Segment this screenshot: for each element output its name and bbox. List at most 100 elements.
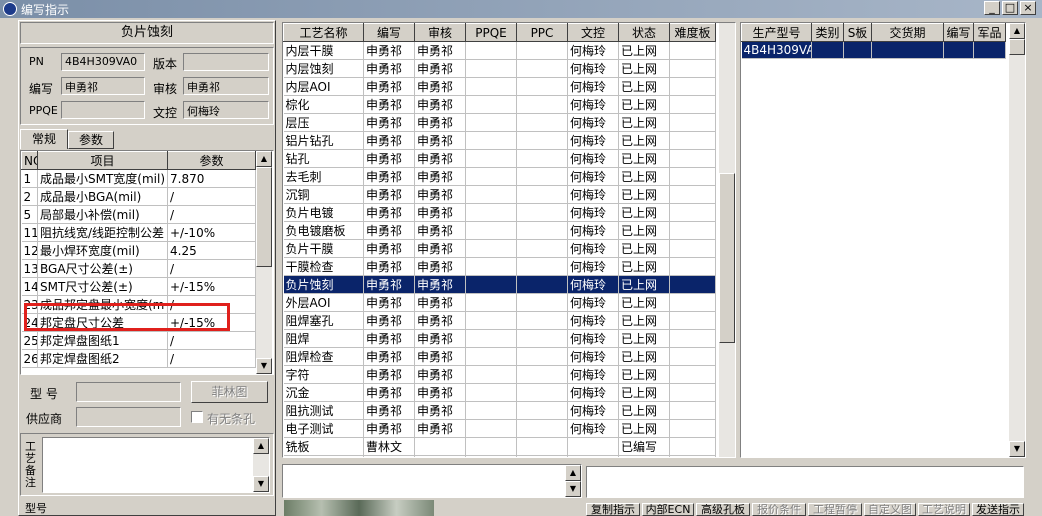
process-row[interactable]: 阻抗测试 申勇祁 申勇祁 何梅玲 已上网: [283, 401, 716, 420]
process-row[interactable]: 钻孔 申勇祁 申勇祁 何梅玲 已上网: [283, 149, 716, 168]
pn-field[interactable]: 4B4H309VA0: [61, 53, 145, 71]
params-scrollbar[interactable]: ▲ ▼: [256, 151, 272, 374]
process-row[interactable]: 棕化 申勇祁 申勇祁 何梅玲 已上网: [283, 95, 716, 114]
control-field[interactable]: 何梅玲: [183, 101, 269, 119]
production-col-header[interactable]: 生产型号: [741, 23, 812, 42]
process-cell: [516, 221, 568, 240]
bottom-button-2[interactable]: 高级孔板: [696, 503, 750, 516]
supplier-field[interactable]: [76, 407, 181, 427]
param-row[interactable]: 1 成品最小SMT宽度(mil) 7.870: [21, 169, 256, 188]
process-row[interactable]: 铣板 曹林文 已编写: [283, 437, 716, 456]
version-field[interactable]: [183, 53, 269, 71]
bottom-button-6[interactable]: 工艺说明: [918, 503, 970, 516]
process-row[interactable]: 电子测试 申勇祁 申勇祁 何梅玲 已上网: [283, 419, 716, 438]
maximize-icon[interactable]: □: [1002, 1, 1018, 15]
param-row[interactable]: 26 邦定焊盘图纸2/: [21, 349, 256, 368]
production-row[interactable]: 4B4H309VA0: [741, 41, 1006, 59]
param-row[interactable]: 11 阻抗线宽/线距控制公差 +/-10%: [21, 223, 256, 242]
production-col-header[interactable]: 类别: [811, 23, 844, 42]
process-note-field[interactable]: ▲ ▼: [42, 437, 270, 493]
param-row[interactable]: 5 局部最小补偿(mil) /: [21, 205, 256, 224]
process-row[interactable]: 负片电镀 申勇祁 申勇祁 何梅玲 已上网: [283, 203, 716, 222]
tab-params[interactable]: 参数: [68, 131, 114, 149]
scroll-up-icon[interactable]: ▲: [256, 151, 272, 167]
process-row[interactable]: 负片蚀刻 申勇祁 申勇祁 何梅玲 已上网: [283, 275, 716, 294]
process-row[interactable]: 铝片钻孔 申勇祁 申勇祁 何梅玲 已上网: [283, 131, 716, 150]
production-col-header[interactable]: 军品: [973, 23, 1006, 42]
process-col-header[interactable]: 编写: [363, 23, 415, 42]
param-col-header[interactable]: 项目: [37, 151, 168, 170]
note-scroll-down-icon[interactable]: ▼: [253, 476, 269, 492]
filmmap-button[interactable]: 菲林图: [191, 381, 268, 403]
process-col-header[interactable]: PPC: [516, 23, 568, 42]
bottom-button-5[interactable]: 自定义图: [864, 503, 916, 516]
param-col-header[interactable]: 参数: [167, 151, 256, 170]
process-row[interactable]: 去毛刺 申勇祁 申勇祁 何梅玲 已上网: [283, 167, 716, 186]
process-row[interactable]: 阻焊塞孔 申勇祁 申勇祁 何梅玲 已上网: [283, 311, 716, 330]
bottom-button-3[interactable]: 报价条件: [752, 503, 806, 516]
process-col-header[interactable]: 状态: [618, 23, 670, 42]
process-col-header[interactable]: 文控: [567, 23, 619, 42]
process-scroll-thumb[interactable]: [719, 173, 735, 343]
process-cell: 已上网: [618, 77, 670, 96]
process-row[interactable]: 内层蚀刻 申勇祁 申勇祁 何梅玲 已上网: [283, 59, 716, 78]
review-field[interactable]: 申勇祁: [183, 77, 269, 95]
process-cell: 已上网: [618, 95, 670, 114]
comment-scroll-down-icon[interactable]: ▼: [565, 481, 581, 497]
bottom-button-7[interactable]: 发送指示: [972, 503, 1024, 516]
process-cell: [465, 347, 517, 366]
process-row[interactable]: 负片干膜 申勇祁 申勇祁 何梅玲 已上网: [283, 239, 716, 258]
author-field[interactable]: 申勇祁: [61, 77, 145, 95]
process-row[interactable]: 干膜检查 申勇祁 申勇祁 何梅玲 已上网: [283, 257, 716, 276]
process-row[interactable]: 内层干膜 申勇祁 申勇祁 何梅玲 已上网: [283, 41, 716, 60]
production-col-header[interactable]: 交货期: [871, 23, 944, 42]
production-scrollbar[interactable]: ▲ ▼: [1009, 23, 1025, 457]
tab-general[interactable]: 常规: [20, 129, 68, 149]
process-row[interactable]: 负电镀磨板 申勇祁 申勇祁 何梅玲 已上网: [283, 221, 716, 240]
model-field[interactable]: [76, 382, 181, 402]
bottom-button-1[interactable]: 内部ECN: [642, 503, 694, 516]
process-row[interactable]: 内层AOI 申勇祁 申勇祁 何梅玲 已上网: [283, 77, 716, 96]
process-row[interactable]: 字符 申勇祁 申勇祁 何梅玲 已上网: [283, 365, 716, 384]
param-row[interactable]: 25 邦定焊盘图纸1/: [21, 331, 256, 350]
prod-scroll-down-icon[interactable]: ▼: [1009, 441, 1025, 457]
process-row[interactable]: 阻焊 申勇祁 申勇祁 何梅玲 已上网: [283, 329, 716, 348]
process-row[interactable]: 层压 申勇祁 申勇祁 何梅玲 已上网: [283, 113, 716, 132]
production-col-header[interactable]: 编写: [943, 23, 974, 42]
film-thumbnail[interactable]: [284, 500, 434, 516]
comment-box-right[interactable]: [586, 466, 1024, 498]
process-row[interactable]: 沉金 申勇祁 申勇祁 何梅玲 已上网: [283, 383, 716, 402]
process-row[interactable]: 功能检查申勇祁申勇祁何梅玲已上网: [283, 455, 716, 457]
process-cell: 申勇祁: [363, 455, 415, 457]
process-cell: [465, 185, 517, 204]
no-hole-checkbox[interactable]: [191, 411, 203, 423]
comment-scroll-up-icon[interactable]: ▲: [565, 465, 581, 481]
process-row[interactable]: 外层AOI 申勇祁 申勇祁 何梅玲 已上网: [283, 293, 716, 312]
scroll-down-icon[interactable]: ▼: [256, 358, 272, 374]
param-row[interactable]: 12 最小焊环宽度(mil) 4.25: [21, 241, 256, 260]
minimize-icon[interactable]: _: [984, 1, 1000, 15]
param-col-header[interactable]: NO: [21, 151, 38, 170]
process-col-header[interactable]: PPQE: [465, 23, 517, 42]
process-row[interactable]: 沉铜 申勇祁 申勇祁 何梅玲 已上网: [283, 185, 716, 204]
scroll-thumb[interactable]: [256, 167, 272, 267]
process-row[interactable]: 阻焊检查 申勇祁 申勇祁 何梅玲 已上网: [283, 347, 716, 366]
process-cell: 何梅玲: [567, 293, 619, 312]
comment-box-left[interactable]: ▲ ▼: [282, 464, 582, 498]
ppqe-field[interactable]: [61, 101, 145, 119]
close-icon[interactable]: ×: [1020, 1, 1036, 15]
process-col-header[interactable]: 审核: [414, 23, 466, 42]
param-row[interactable]: 14 SMT尺寸公差(±) +/-15%: [21, 277, 256, 296]
bottom-button-0[interactable]: 复制指示: [586, 503, 640, 516]
prod-scroll-thumb[interactable]: [1009, 39, 1025, 55]
process-col-header[interactable]: 难度板: [669, 23, 716, 42]
note-scroll-up-icon[interactable]: ▲: [253, 438, 269, 454]
process-scrollbar[interactable]: [719, 23, 735, 457]
param-cell-item: 最小焊环宽度(mil): [37, 241, 168, 260]
param-row[interactable]: 2 成品最小BGA(mil) /: [21, 187, 256, 206]
param-row[interactable]: 13 BGA尺寸公差(±) /: [21, 259, 256, 278]
process-col-header[interactable]: 工艺名称: [283, 23, 364, 42]
production-col-header[interactable]: S板: [843, 23, 872, 42]
prod-scroll-up-icon[interactable]: ▲: [1009, 23, 1025, 39]
bottom-button-4[interactable]: 工程暂停: [808, 503, 862, 516]
